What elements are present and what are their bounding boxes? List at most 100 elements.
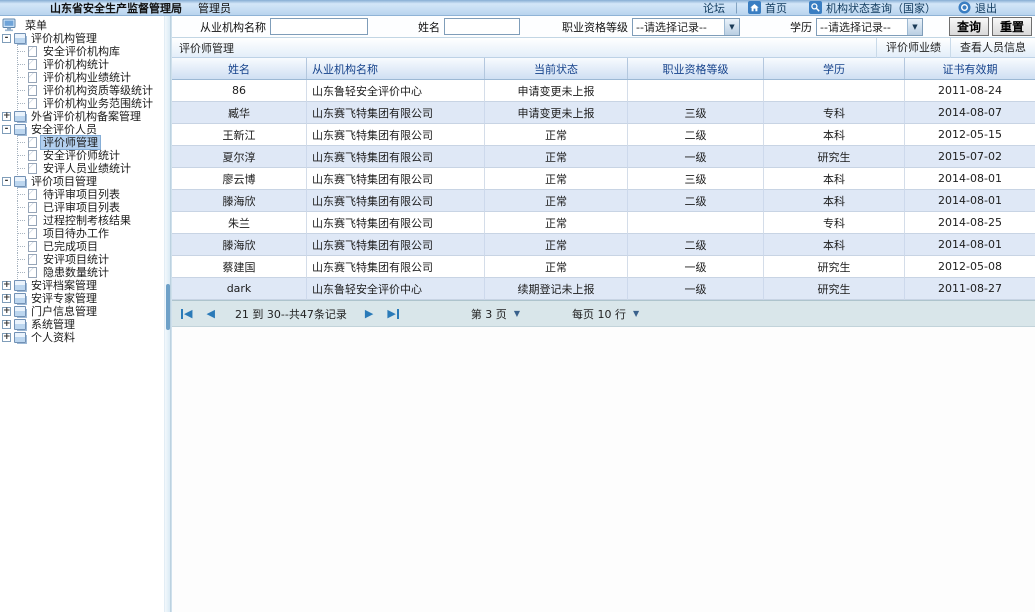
tree-label[interactable]: 待评审项目列表: [41, 188, 122, 201]
splitter[interactable]: [164, 16, 171, 612]
tree-label[interactable]: 外省评价机构备案管理: [29, 110, 143, 123]
tree-leaf[interactable]: 评价机构统计: [0, 58, 164, 71]
expand-icon[interactable]: +: [2, 294, 11, 303]
tree-leaf[interactable]: 过程控制考核结果: [0, 214, 164, 227]
forum-link[interactable]: 论坛: [703, 0, 725, 16]
tree-label[interactable]: 评价机构业绩统计: [41, 71, 133, 84]
expand-icon[interactable]: +: [2, 281, 11, 290]
tree-node[interactable]: + 安评专家管理: [0, 292, 164, 305]
tree-label[interactable]: 安全评价人员: [29, 123, 99, 136]
page-size-select[interactable]: 每页 10 行 ▼: [572, 306, 639, 322]
tree-leaf[interactable]: 安评人员业绩统计: [0, 162, 164, 175]
column-header[interactable]: 职业资格等级: [628, 58, 764, 79]
tree-leaf[interactable]: 安评项目统计: [0, 253, 164, 266]
table-row[interactable]: 廖云博山东赛飞特集团有限公司正常三级本科2014-08-01: [172, 168, 1035, 190]
qualification-select[interactable]: --请选择记录-- ▼: [632, 18, 740, 36]
tree-node[interactable]: + 安评档案管理: [0, 279, 164, 292]
tree-leaf[interactable]: 评价机构业务范围统计: [0, 97, 164, 110]
tree-label[interactable]: 评价机构资质等级统计: [41, 84, 155, 97]
column-header[interactable]: 姓名: [172, 58, 307, 79]
org-status-link[interactable]: 机构状态查询（国家）: [809, 0, 936, 16]
sidebar-collapse-handle[interactable]: [166, 284, 170, 330]
search-button[interactable]: 查询: [949, 17, 989, 36]
table-row[interactable]: 滕海欣山东赛飞特集团有限公司正常二级本科2014-08-01: [172, 190, 1035, 212]
prev-page-button[interactable]: ◀: [206, 308, 214, 319]
next-page-button[interactable]: ▶: [365, 308, 373, 319]
tree-leaf[interactable]: 待评审项目列表: [0, 188, 164, 201]
page-size-select-label: 每页 10 行: [572, 306, 626, 322]
table-row[interactable]: 王新江山东赛飞特集团有限公司正常二级本科2012-05-15: [172, 124, 1035, 146]
tree-leaf[interactable]: 安全评价师统计: [0, 149, 164, 162]
tree-label[interactable]: 已评审项目列表: [41, 201, 122, 214]
tree-label[interactable]: 安全评价师统计: [41, 149, 122, 162]
tree-label[interactable]: 隐患数量统计: [41, 266, 111, 279]
tree-leaf[interactable]: 评价师管理: [0, 136, 164, 149]
table-cell: 86: [172, 80, 307, 102]
page-select[interactable]: 第 3 页 ▼: [471, 306, 520, 322]
education-select[interactable]: --请选择记录-- ▼: [816, 18, 923, 36]
table-row[interactable]: 夏尔淳山东赛飞特集团有限公司正常一级研究生2015-07-02: [172, 146, 1035, 168]
tree-label[interactable]: 安全评价机构库: [41, 45, 122, 58]
tree-label[interactable]: 安评专家管理: [29, 292, 99, 305]
table-row[interactable]: 朱兰山东赛飞特集团有限公司正常专科2014-08-25: [172, 212, 1035, 234]
tree-label[interactable]: 安评档案管理: [29, 279, 99, 292]
tree-node[interactable]: + 门户信息管理: [0, 305, 164, 318]
reset-button[interactable]: 重置: [992, 17, 1032, 36]
table-cell: 山东赛飞特集团有限公司: [307, 212, 485, 234]
table-row[interactable]: 蔡建国山东赛飞特集团有限公司正常一级研究生2012-05-08: [172, 256, 1035, 278]
tree-leaf[interactable]: 已评审项目列表: [0, 201, 164, 214]
tree-leaf[interactable]: 评价机构资质等级统计: [0, 84, 164, 97]
tree-label[interactable]: 个人资料: [29, 331, 77, 344]
expand-icon[interactable]: +: [2, 333, 11, 342]
view-person-info-button[interactable]: 查看人员信息: [950, 38, 1035, 58]
tree-node[interactable]: + 系统管理: [0, 318, 164, 331]
tree-label[interactable]: 评价师管理: [41, 136, 100, 149]
performance-button[interactable]: 评价师业绩: [876, 38, 950, 58]
tree-node[interactable]: + 外省评价机构备案管理: [0, 110, 164, 123]
tree-leaf[interactable]: 项目待办工作: [0, 227, 164, 240]
tree-label[interactable]: 项目待办工作: [41, 227, 111, 240]
tree-label[interactable]: 安评人员业绩统计: [41, 162, 133, 175]
tree-node[interactable]: + 个人资料: [0, 331, 164, 344]
tree-leaf[interactable]: 安全评价机构库: [0, 45, 164, 58]
tree-label[interactable]: 评价项目管理: [29, 175, 99, 188]
folder-icon: [14, 293, 26, 304]
collapse-icon[interactable]: -: [2, 177, 11, 186]
person-name-input[interactable]: [444, 18, 520, 35]
tree-label[interactable]: 系统管理: [29, 318, 77, 331]
tree-label[interactable]: 评价机构业务范围统计: [41, 97, 155, 110]
collapse-icon[interactable]: -: [2, 125, 11, 134]
org-name-input[interactable]: [270, 18, 368, 35]
table-row[interactable]: 臧华山东赛飞特集团有限公司申请变更未上报三级专科2014-08-07: [172, 102, 1035, 124]
column-header[interactable]: 证书有效期: [905, 58, 1035, 79]
expand-icon[interactable]: +: [2, 307, 11, 316]
tree-leaf[interactable]: 评价机构业绩统计: [0, 71, 164, 84]
logout-link-label: 退出: [975, 0, 997, 16]
expand-icon[interactable]: +: [2, 320, 11, 329]
tree-leaf[interactable]: 已完成项目: [0, 240, 164, 253]
table-row[interactable]: 滕海欣山东赛飞特集团有限公司正常二级本科2014-08-01: [172, 234, 1035, 256]
tree-node[interactable]: - 安全评价人员: [0, 123, 164, 136]
expand-icon[interactable]: +: [2, 112, 11, 121]
tree-label[interactable]: 安评项目统计: [41, 253, 111, 266]
tree-label[interactable]: 过程控制考核结果: [41, 214, 133, 227]
tree-leaf[interactable]: 隐患数量统计: [0, 266, 164, 279]
table-row[interactable]: 86山东鲁轻安全评价中心申请变更未上报2011-08-24: [172, 80, 1035, 102]
tree-label[interactable]: 已完成项目: [41, 240, 100, 253]
folder-icon: [14, 306, 26, 317]
column-header[interactable]: 当前状态: [485, 58, 628, 79]
tree-label[interactable]: 门户信息管理: [29, 305, 99, 318]
tree-node[interactable]: - 评价机构管理: [0, 32, 164, 45]
tree-node[interactable]: - 评价项目管理: [0, 175, 164, 188]
logout-link[interactable]: 退出: [958, 0, 997, 16]
tree-root[interactable]: 菜单: [0, 18, 164, 32]
tree-label[interactable]: 评价机构统计: [41, 58, 111, 71]
home-link[interactable]: 首页: [748, 0, 787, 16]
first-page-button[interactable]: ◀: [181, 308, 192, 319]
last-page-button[interactable]: ▶: [387, 308, 398, 319]
column-header[interactable]: 从业机构名称: [307, 58, 485, 79]
tree-label[interactable]: 评价机构管理: [29, 32, 99, 45]
collapse-icon[interactable]: -: [2, 34, 11, 43]
column-header[interactable]: 学历: [764, 58, 905, 79]
table-row[interactable]: dark山东鲁轻安全评价中心续期登记未上报一级研究生2011-08-27: [172, 278, 1035, 300]
